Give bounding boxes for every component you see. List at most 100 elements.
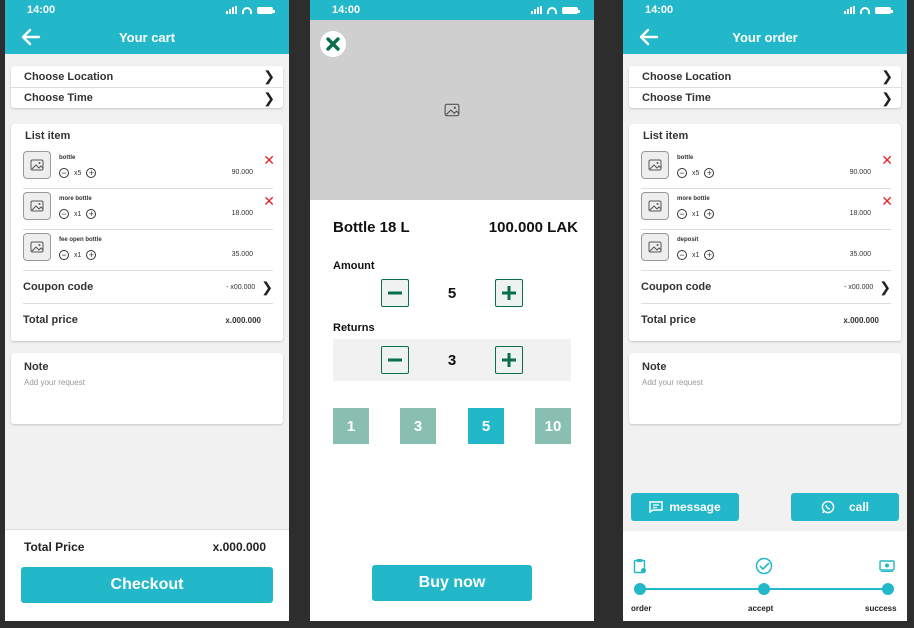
minus-icon[interactable]: − (677, 250, 687, 260)
battery-icon (562, 6, 580, 14)
total-row: Total price x.000.000 (641, 304, 879, 336)
note-input[interactable]: Add your request (629, 373, 901, 387)
list-item-card: List item bottle − x5 + 90.000 ✕ more bo… (11, 124, 283, 341)
delete-icon[interactable]: ✕ (881, 194, 893, 208)
step-dot-success (882, 583, 894, 595)
step-dot-accept (758, 583, 770, 595)
item-qty: x1 (692, 251, 700, 259)
plus-icon[interactable]: + (86, 250, 97, 260)
total-value: x.000.000 (225, 315, 261, 325)
item-price: 90.000 (231, 169, 253, 176)
choose-time-row[interactable]: Choose Time ❯ (629, 87, 901, 108)
note-card[interactable]: Note Add your request (629, 353, 901, 424)
footer-total-value: x.000.000 (212, 540, 266, 554)
plus-button[interactable] (495, 346, 523, 374)
choose-time-row[interactable]: Choose Time ❯ (11, 87, 283, 108)
image-placeholder-icon (641, 151, 669, 179)
amount-stepper: 5 (310, 272, 594, 314)
quick-qty-option-selected[interactable]: 5 (468, 408, 504, 444)
back-arrow-icon[interactable] (21, 28, 41, 46)
minus-icon[interactable]: − (677, 209, 687, 219)
signal-icon (844, 6, 855, 14)
quantity-stepper: − x1 + (677, 250, 715, 260)
schedule-card: Choose Location ❯ Choose Time ❯ (629, 66, 901, 108)
plus-icon[interactable]: + (704, 209, 715, 219)
returns-value: 3 (447, 351, 457, 369)
page-title: Your order (732, 29, 798, 45)
battery-icon (257, 6, 275, 14)
wifi-icon (547, 6, 557, 14)
checkout-button[interactable]: Checkout (21, 567, 273, 603)
quick-qty-option[interactable]: 1 (333, 408, 369, 444)
signal-icon (531, 6, 542, 14)
coupon-value: - x00.000 (226, 283, 256, 291)
minus-button[interactable] (381, 279, 409, 307)
status-icons (844, 6, 893, 14)
battery-icon (875, 6, 893, 14)
status-time: 14:00 (645, 4, 674, 16)
total-row: Total price x.000.000 (23, 304, 261, 336)
minus-icon[interactable]: − (59, 250, 69, 260)
coupon-row[interactable]: Coupon code - x00.000 ❯ (641, 271, 891, 304)
plus-icon (502, 353, 516, 367)
item-name: deposit (677, 237, 699, 243)
footer-total: Total Price x.000.000 (5, 530, 289, 554)
plus-icon[interactable]: + (86, 168, 97, 178)
chevron-right-icon: ❯ (263, 89, 275, 106)
chevron-right-icon: ❯ (263, 68, 275, 84)
image-placeholder-icon (23, 233, 51, 261)
minus-icon[interactable]: − (677, 168, 687, 178)
choose-location-row[interactable]: Choose Location ❯ (11, 66, 283, 87)
choose-location-row[interactable]: Choose Location ❯ (629, 66, 901, 87)
quick-qty-option[interactable]: 10 (535, 408, 571, 444)
total-label: Total price (641, 314, 696, 326)
minus-button[interactable] (381, 346, 409, 374)
note-input[interactable]: Add your request (11, 373, 283, 387)
cash-icon (879, 560, 895, 572)
plus-icon (502, 286, 516, 300)
message-button[interactable]: message (631, 493, 739, 521)
list-item: fee open bottle − x1 + 35.000 (23, 230, 273, 271)
item-name: more bottle (59, 196, 92, 202)
delete-icon[interactable]: ✕ (881, 153, 893, 167)
plus-button[interactable] (495, 279, 523, 307)
product-image (310, 20, 594, 200)
minus-icon (388, 358, 402, 362)
coupon-row[interactable]: Coupon code - x00.000 ❯ (23, 271, 273, 304)
message-label: message (669, 500, 721, 514)
item-qty: x5 (74, 169, 82, 177)
delete-icon[interactable]: ✕ (263, 194, 275, 208)
chevron-right-icon: ❯ (881, 68, 893, 84)
quick-qty-option[interactable]: 3 (400, 408, 436, 444)
schedule-card: Choose Location ❯ Choose Time ❯ (11, 66, 283, 108)
list-item: more bottle − x1 + 18.000 ✕ (23, 189, 275, 230)
chevron-right-icon: ❯ (881, 89, 893, 106)
delete-icon[interactable]: ✕ (263, 153, 275, 167)
back-arrow-icon[interactable] (639, 28, 659, 46)
product-price: 100.000 LAK (488, 219, 578, 236)
checkout-bar: Total Price x.000.000 Checkout (5, 529, 289, 621)
buy-now-button[interactable]: Buy now (372, 565, 532, 601)
image-placeholder-icon (641, 192, 669, 220)
plus-icon[interactable]: + (704, 168, 715, 178)
item-price: 90.000 (849, 169, 871, 176)
product-screen: 14:00 Bottle 18 L 100.000 LAK Amount 5 R… (310, 0, 594, 621)
chevron-right-icon: ❯ (879, 278, 891, 295)
product-name: Bottle 18 L (333, 219, 410, 236)
note-title: Note (24, 361, 49, 373)
item-price: 35.000 (849, 251, 871, 258)
note-card[interactable]: Note Add your request (11, 353, 283, 424)
call-button[interactable]: call (791, 493, 899, 521)
returns-stepper: 3 (333, 339, 571, 381)
list-item: more bottle − x1 + 18.000 ✕ (641, 189, 893, 230)
minus-icon[interactable]: − (59, 168, 69, 178)
plus-icon[interactable]: + (86, 209, 97, 219)
plus-icon[interactable]: + (704, 250, 715, 260)
step-dot-order (634, 583, 646, 595)
total-value: x.000.000 (843, 315, 879, 325)
item-qty: x1 (74, 210, 82, 218)
image-placeholder-icon (23, 151, 51, 179)
close-button[interactable] (320, 31, 346, 57)
choose-location-label: Choose Location (24, 70, 114, 83)
minus-icon[interactable]: − (59, 209, 69, 219)
